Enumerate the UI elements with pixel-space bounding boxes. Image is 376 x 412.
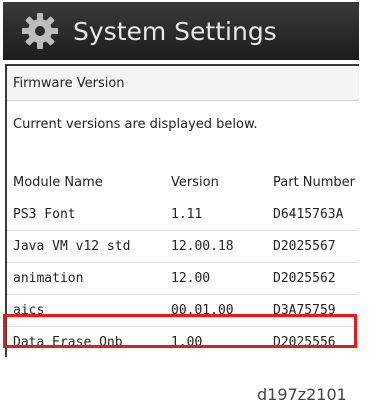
panel-header-title: Firmware Version	[13, 75, 125, 91]
settings-screen: System Settings Firmware Version Current…	[3, 2, 359, 357]
table-row-highlighted: aics 00.01.00 D3A75759	[7, 300, 359, 324]
column-header-version: Version	[171, 175, 219, 190]
part-number-cell: D2025556	[273, 335, 336, 350]
firmware-panel: Firmware Version Current versions are di…	[5, 64, 359, 357]
figure-caption: d197z2101	[257, 385, 347, 404]
title-bar: System Settings	[3, 2, 359, 60]
window-title: System Settings	[73, 16, 277, 46]
version-cell: 12.00.18	[171, 239, 234, 254]
version-cell: 1.00	[171, 335, 203, 350]
column-header-part-number: Part Number	[273, 175, 356, 190]
table-row: PS3 Font 1.11 D6415763A	[7, 204, 359, 228]
panel-header: Firmware Version	[7, 66, 359, 101]
part-number-cell: D2025567	[273, 239, 336, 254]
module-name-cell: Java VM v12 std	[13, 239, 131, 254]
table-row: Java VM v12 std 12.00.18 D2025567	[7, 236, 359, 260]
version-cell: 1.11	[171, 207, 203, 222]
part-number-cell: D3A75759	[273, 303, 336, 318]
row-divider	[7, 230, 359, 231]
part-number-cell: D6415763A	[273, 207, 344, 222]
module-name-cell: Data Erase Onb	[13, 335, 123, 350]
module-name-cell: PS3 Font	[13, 207, 76, 222]
version-cell: 00.01.00	[171, 303, 234, 318]
gear-icon	[22, 13, 58, 49]
module-name-cell: animation	[13, 271, 84, 286]
column-header-module-name: Module Name	[13, 175, 103, 190]
row-divider	[7, 262, 359, 263]
row-divider	[7, 326, 359, 327]
row-divider	[7, 294, 359, 295]
part-number-cell: D2025562	[273, 271, 336, 286]
module-name-cell: aics	[13, 303, 45, 318]
panel-description: Current versions are displayed below.	[13, 117, 258, 132]
table-row: Data Erase Onb 1.00 D2025556	[7, 332, 359, 356]
table-row: animation 12.00 D2025562	[7, 268, 359, 292]
version-cell: 12.00	[171, 271, 211, 286]
table-header: Module Name Version Part Number	[7, 172, 359, 196]
page: System Settings Firmware Version Current…	[0, 0, 376, 412]
